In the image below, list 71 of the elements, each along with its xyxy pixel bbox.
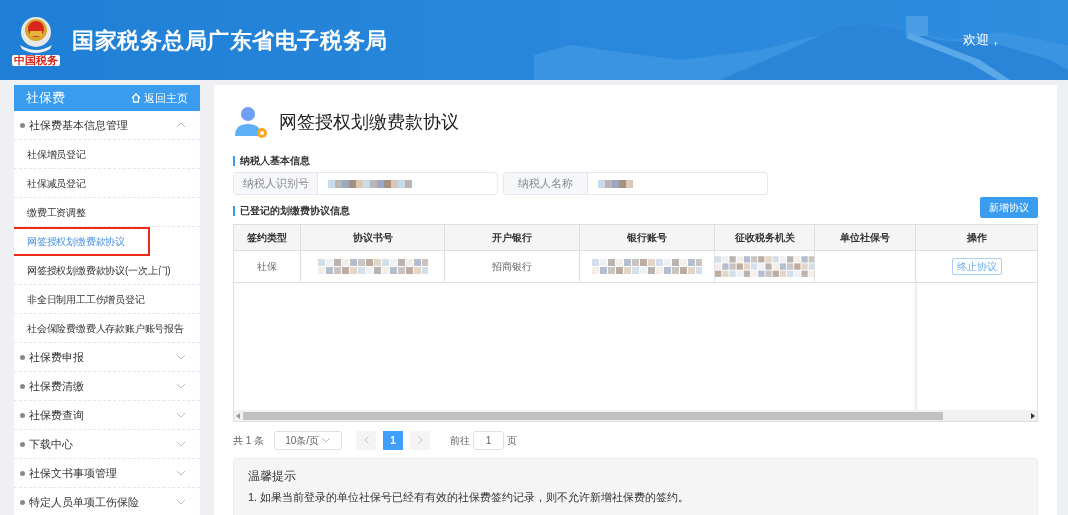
logo-caption: 中国税务	[12, 54, 60, 66]
total-count: 共 1 条	[233, 433, 265, 448]
sidebar-group[interactable]: 社保费申报	[14, 343, 200, 372]
sidebar-item[interactable]: 网签授权划缴费款协议	[14, 227, 150, 256]
scroll-right-icon	[1030, 412, 1035, 419]
sidebar-item[interactable]: 社会保险费缴费人存款账户账号报告	[14, 314, 200, 343]
tip-text: 1. 如果当前登录的单位社保号已经有有效的社保费签约记录，则不允许新增社保费的签约。	[248, 490, 691, 505]
page-size-select[interactable]: 10条/页	[274, 430, 343, 450]
goto-label: 前往	[450, 433, 471, 448]
group-label: 社保费申报	[29, 349, 85, 365]
column-header: 协议书号	[301, 225, 445, 250]
column-header: 签约类型	[234, 225, 301, 250]
group-label: 下载中心	[29, 436, 74, 452]
sidebar-item[interactable]: 非全日制用工工伤增员登记	[14, 285, 200, 314]
sidebar-group[interactable]: 下载中心	[14, 430, 200, 459]
horizontal-scrollbar[interactable]	[234, 410, 1037, 421]
sidebar-title: 社保费	[26, 89, 65, 108]
chevron-down-icon	[176, 412, 186, 418]
group-label: 社保费清缴	[29, 378, 85, 394]
column-header: 开户银行	[445, 225, 580, 250]
sidebar-item[interactable]: 缴费工资调整	[14, 198, 200, 227]
table-cell-text: 社保	[257, 260, 277, 274]
bullet-icon	[20, 383, 25, 389]
table-cell-text: 招商银行	[492, 260, 532, 274]
sidebar-group[interactable]: 社保费查询	[14, 401, 200, 430]
bullet-icon	[20, 412, 25, 418]
sidebar-group[interactable]: 社保费清缴	[14, 372, 200, 401]
sidebar-item[interactable]: 网签授权划缴费款协议(一次上门)	[14, 256, 200, 285]
user-settings-icon	[233, 104, 269, 140]
chevron-down-icon	[176, 383, 186, 389]
chevron-down-icon	[176, 499, 186, 505]
field-label: 纳税人名称	[504, 173, 588, 194]
bullet-icon	[20, 499, 25, 505]
column-header: 操作	[965, 231, 988, 245]
chevron-down-icon	[176, 441, 186, 447]
page-suffix: 页	[507, 433, 518, 448]
column-header: 银行账号	[580, 225, 715, 250]
section-heading: 纳税人基本信息	[240, 154, 310, 168]
sidebar-item[interactable]: 社保增员登记	[14, 140, 200, 169]
chevron-left-icon	[363, 436, 369, 444]
group-label: 社保文书事项管理	[29, 465, 118, 481]
chevron-down-icon	[176, 470, 186, 476]
bullet-icon	[20, 441, 25, 447]
column-header: 单位社保号	[815, 225, 916, 250]
scroll-left-icon	[236, 412, 241, 419]
group-label: 社保费查询	[29, 407, 85, 423]
sidebar-group[interactable]: 社保文书事项管理	[14, 459, 200, 488]
bullet-icon	[20, 354, 25, 360]
group-label: 特定人员单项工伤保险	[29, 494, 140, 510]
tips-title: 温馨提示	[248, 468, 297, 485]
section-heading: 已登记的划缴费协议信息	[240, 204, 350, 218]
chevron-down-icon	[176, 354, 186, 360]
page-number-field[interactable]: 1	[473, 430, 505, 450]
chevron-down-icon	[321, 437, 332, 443]
group-label: 社保费基本信息管理	[29, 117, 129, 133]
chevron-right-icon	[417, 436, 423, 444]
sidebar-group[interactable]: 社保费基本信息管理	[14, 111, 200, 140]
field-label: 纳税人识别号	[234, 173, 318, 194]
previous-page-button[interactable]	[356, 430, 377, 450]
welcome-text: 欢迎，	[963, 31, 1002, 50]
sidebar-group[interactable]: 特定人员单项工伤保险	[14, 488, 200, 515]
next-page-button[interactable]	[410, 430, 431, 450]
site-title: 国家税务总局广东省电子税务局	[72, 26, 388, 55]
bullet-icon	[20, 122, 25, 128]
chevron-up-icon	[176, 122, 186, 128]
bullet-icon	[20, 470, 25, 476]
column-header: 征收税务机关	[715, 225, 815, 250]
page-title: 网签授权划缴费款协议	[279, 110, 459, 134]
redacted-value	[598, 179, 634, 188]
home-icon	[131, 93, 141, 103]
sidebar-item[interactable]: 社保减员登记	[14, 169, 200, 198]
